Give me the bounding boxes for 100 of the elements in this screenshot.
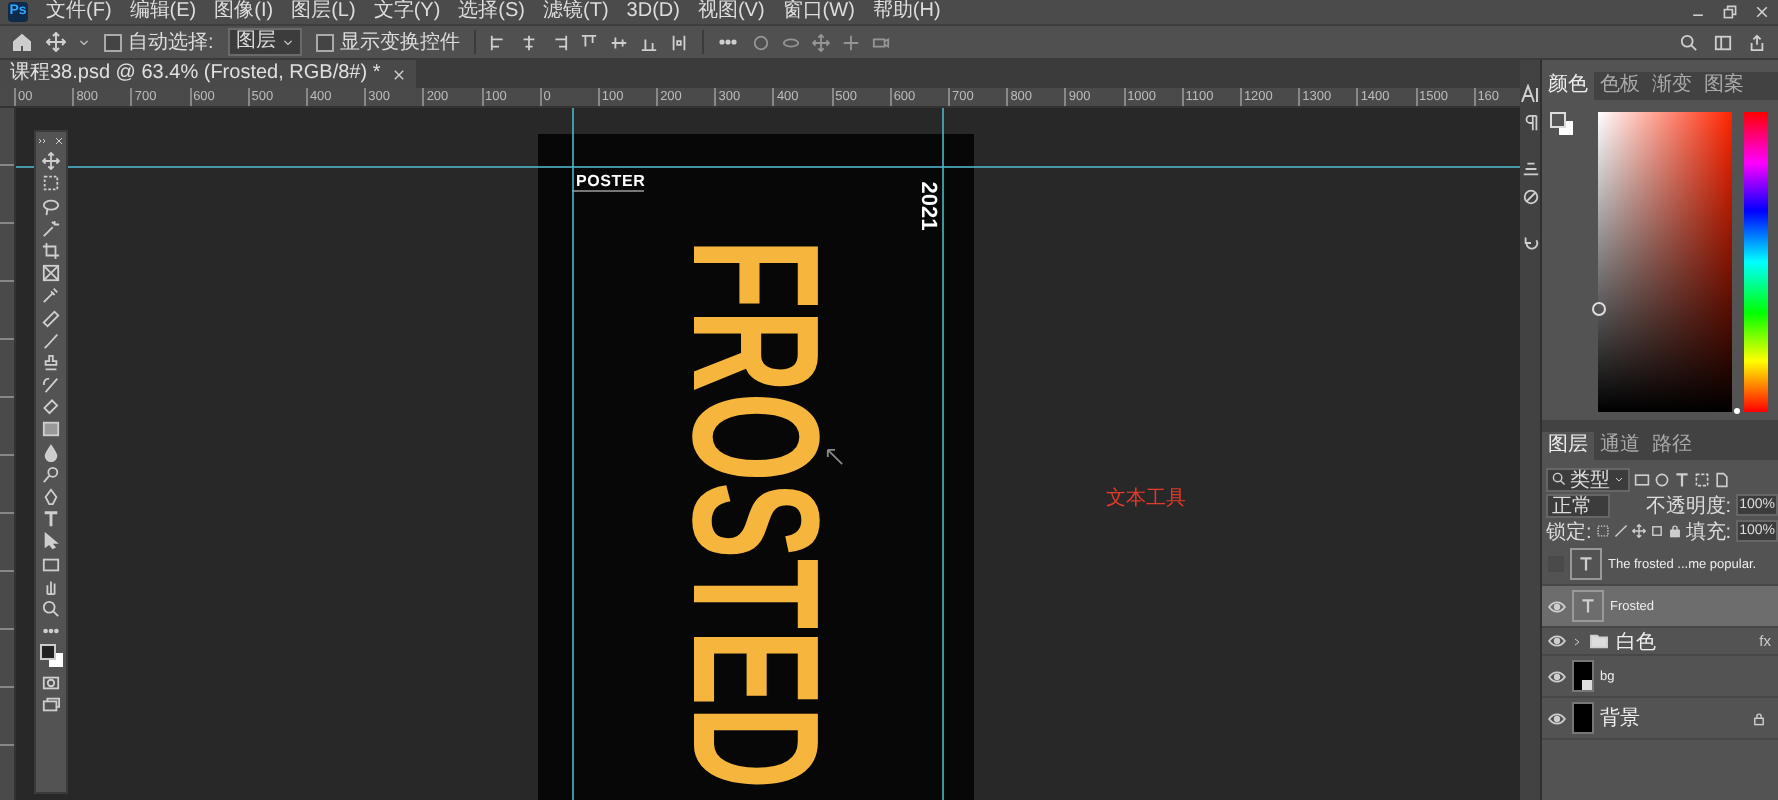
poster-title: POSTER (576, 172, 646, 190)
chevron-icon[interactable] (1572, 635, 1582, 647)
zoom-icon[interactable] (42, 599, 60, 618)
paragraph-icon[interactable] (1521, 114, 1539, 132)
cursor-icon (826, 448, 844, 466)
panel-tab[interactable]: 图案 (1698, 72, 1750, 100)
drop-icon[interactable] (42, 443, 60, 462)
history-icon[interactable] (1521, 234, 1539, 252)
menu-item[interactable]: 图像(I) (214, 0, 274, 24)
eraser-icon[interactable] (42, 398, 60, 417)
color-swatches-icon[interactable] (1550, 112, 1574, 136)
align-icon[interactable] (489, 33, 508, 51)
wand-icon[interactable] (42, 219, 60, 238)
shape-filter-icon[interactable] (1694, 471, 1710, 487)
collapse-icon[interactable] (38, 136, 48, 146)
menu-item[interactable]: 图层(L) (291, 0, 356, 24)
lock-icon[interactable] (1667, 524, 1682, 538)
close-icon[interactable] (54, 136, 64, 146)
adjustments-icon[interactable] (1521, 160, 1539, 178)
menu-item[interactable]: 视图(V) (697, 0, 765, 24)
eye-icon[interactable] (1548, 669, 1566, 683)
lock-icon[interactable] (1752, 711, 1767, 725)
align-icon[interactable] (639, 33, 658, 51)
slide-icon[interactable] (841, 33, 860, 51)
menu-item[interactable]: 帮助(H) (872, 0, 941, 24)
checkbox[interactable] (315, 33, 334, 51)
pan-icon[interactable] (811, 33, 830, 51)
align-icon[interactable] (549, 33, 568, 51)
lock-artboard-icon[interactable] (1649, 524, 1664, 538)
color-swatches-icon[interactable] (39, 644, 63, 669)
filter-dropdown[interactable]: 类型 (1546, 467, 1630, 491)
panel-tab[interactable]: 渐变 (1646, 72, 1698, 100)
menu-item[interactable]: 编辑(E) (129, 0, 197, 24)
rectangle-icon[interactable] (42, 555, 60, 574)
type-icon (1578, 556, 1594, 572)
move-icon[interactable] (46, 32, 66, 52)
search-icon[interactable] (1680, 33, 1698, 51)
brush-icon[interactable] (42, 331, 60, 350)
lock-label: 锁定: (1546, 519, 1592, 545)
panel-tab[interactable]: 图层 (1542, 432, 1594, 460)
frame-icon[interactable] (42, 264, 60, 283)
hand-icon[interactable] (42, 577, 60, 596)
eye-icon[interactable] (1548, 634, 1566, 648)
arrow-cursor-icon[interactable] (42, 532, 60, 551)
eye-icon[interactable] (1548, 711, 1566, 725)
camera-icon[interactable] (871, 33, 890, 51)
close-icon[interactable] (392, 67, 407, 81)
color-field[interactable] (1598, 112, 1732, 412)
checkbox-label: 自动选择: (128, 29, 214, 56)
smart-filter-icon[interactable] (1714, 471, 1730, 487)
menu-item[interactable]: 选择(S) (458, 0, 525, 24)
home-icon[interactable] (12, 32, 32, 52)
share-icon[interactable] (1748, 33, 1766, 51)
stamp-icon[interactable] (42, 353, 60, 372)
eyedropper-icon[interactable] (42, 286, 60, 305)
pen-icon[interactable] (42, 488, 60, 506)
layer-thumbnail (1572, 702, 1594, 734)
dodge-icon[interactable] (42, 465, 60, 484)
panel-tab[interactable]: 颜色 (1542, 72, 1594, 100)
gradient-icon[interactable] (42, 420, 60, 439)
image-filter-icon[interactable] (1634, 471, 1650, 487)
align-icon[interactable] (609, 33, 628, 51)
type-filter-icon[interactable] (1674, 471, 1690, 487)
hue-marker[interactable] (1734, 408, 1740, 414)
quick-mask-icon[interactable] (42, 673, 60, 691)
character-icon[interactable] (1520, 84, 1540, 104)
caret-icon[interactable] (78, 36, 90, 48)
close-icon[interactable] (1754, 4, 1770, 20)
restore-icon[interactable] (1722, 4, 1738, 20)
marquee-icon[interactable] (42, 174, 60, 193)
circle-icon[interactable] (1521, 188, 1539, 206)
bandage-icon[interactable] (42, 309, 60, 327)
document-tab[interactable]: 课程38.psd @ 63.4% (Frosted, RGB/8#) * (0, 60, 417, 88)
target-dropdown[interactable]: 图层 (227, 28, 302, 56)
crop-icon[interactable] (42, 241, 60, 260)
history-brush-icon[interactable] (42, 376, 60, 395)
lock-paint-icon[interactable] (1613, 524, 1628, 538)
align-icon[interactable] (669, 33, 688, 51)
roll-icon[interactable] (781, 33, 800, 51)
orbit-icon[interactable] (751, 33, 770, 51)
panel-tab[interactable]: 色板 (1594, 72, 1646, 100)
panel-tab[interactable]: 通道 (1594, 432, 1646, 460)
color-marker[interactable] (1592, 302, 1606, 316)
lock-position-icon[interactable] (1631, 524, 1646, 538)
menu-item[interactable]: 滤镜(T) (543, 0, 609, 24)
adjustment-filter-icon[interactable] (1654, 471, 1670, 487)
eye-icon[interactable] (1548, 599, 1566, 613)
layer-row[interactable]: 背景 (1542, 698, 1778, 740)
align-icon[interactable] (519, 33, 538, 51)
lock-pixels-icon[interactable] (1595, 524, 1610, 538)
screen-mode-icon[interactable] (42, 695, 60, 714)
workspace-icon[interactable] (1714, 33, 1732, 51)
panel-tab[interactable]: 路径 (1646, 432, 1698, 460)
lasso-icon[interactable] (42, 197, 60, 216)
type-icon[interactable] (42, 510, 60, 529)
align-icon[interactable] (579, 33, 598, 51)
move-icon[interactable] (42, 152, 60, 171)
menu-item[interactable]: 3D(D) (626, 0, 680, 24)
checkbox[interactable] (104, 33, 122, 51)
blend-mode-dropdown[interactable]: 正常 (1546, 493, 1610, 517)
